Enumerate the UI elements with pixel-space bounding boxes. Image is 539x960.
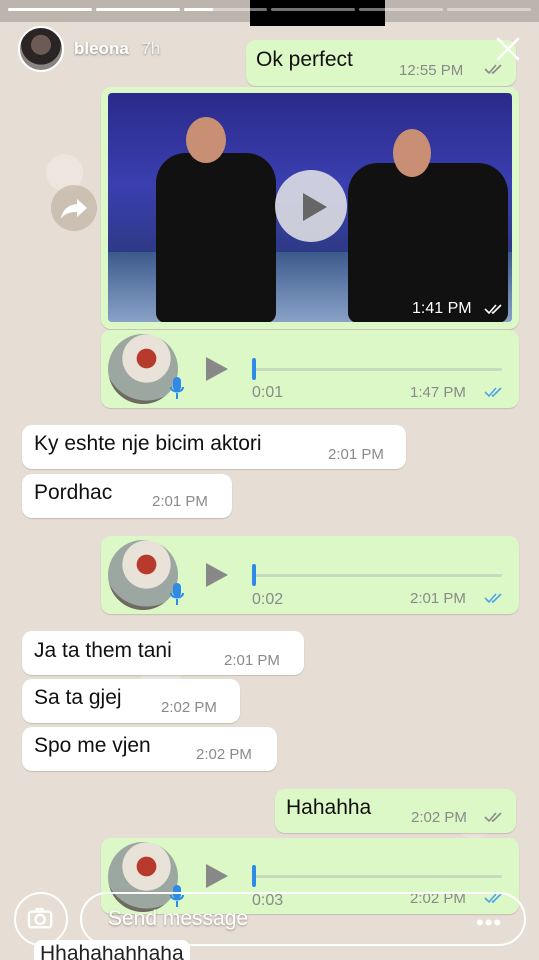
camera-icon: [27, 907, 53, 929]
voice-play-button[interactable]: [206, 864, 228, 888]
forward-icon: [61, 199, 87, 219]
voice-progress-track[interactable]: [254, 875, 502, 878]
message-text: Sa ta gjej: [34, 686, 122, 709]
message-text: Ja ta them tani: [34, 639, 172, 662]
voice-duration: 0:01: [252, 384, 284, 401]
camera-button[interactable]: [14, 892, 68, 946]
close-icon[interactable]: [495, 36, 521, 62]
message-time: 2:01 PM: [410, 590, 466, 607]
video-person-left: [156, 153, 276, 322]
voice-progress-thumb[interactable]: [252, 358, 256, 380]
story-progress-segment: [8, 8, 92, 11]
voice-play-button[interactable]: [206, 357, 228, 381]
avatar[interactable]: [18, 26, 64, 72]
story-progress-fill: [8, 8, 92, 11]
video-person-head: [393, 129, 431, 177]
forward-button[interactable]: [51, 185, 97, 231]
story-progress-segment: [359, 8, 444, 11]
video-person-right: [348, 163, 508, 322]
video-person-head: [186, 117, 226, 163]
send-message-placeholder: Send message: [108, 907, 249, 930]
story-progress-segment: [95, 8, 180, 11]
story-time: 7h: [141, 39, 161, 58]
message-time: 2:01 PM: [152, 493, 208, 510]
message-time: 12:55 PM: [399, 62, 464, 79]
message-text: Hahahha: [286, 796, 372, 819]
story-progress-segment: [183, 8, 268, 11]
message-time: 2:02 PM: [411, 809, 467, 826]
message-time: 2:02 PM: [161, 699, 217, 716]
story-progress-segment: [447, 8, 531, 11]
more-options-icon[interactable]: •••: [476, 910, 502, 936]
message-text: Ky eshte nje bicim aktori: [34, 432, 262, 455]
story-progress-fill: [95, 8, 180, 11]
avatar: [108, 334, 178, 404]
voice-progress-thumb[interactable]: [252, 564, 256, 586]
story-username[interactable]: bleona: [74, 39, 129, 58]
avatar: [108, 540, 178, 610]
read-ticks-icon: [484, 304, 502, 315]
message-text: Ok perfect: [256, 48, 353, 71]
story-progress-segment: [271, 8, 356, 11]
voice-progress-thumb[interactable]: [252, 865, 256, 887]
redacted-area: [250, 0, 385, 26]
voice-play-button[interactable]: [206, 563, 228, 587]
read-ticks-icon: [484, 387, 502, 398]
message-text: Spo me vjen: [34, 734, 151, 757]
message-time: 1:47 PM: [410, 384, 466, 401]
voice-progress-track[interactable]: [254, 368, 502, 371]
microphone-icon: [170, 583, 184, 605]
story-header: bleona 7h: [18, 26, 160, 72]
message-time: 2:01 PM: [224, 652, 280, 669]
voice-progress-track[interactable]: [254, 574, 502, 577]
play-icon: [303, 193, 327, 221]
message-time: 2:01 PM: [328, 446, 384, 463]
read-ticks-icon: [484, 812, 502, 823]
read-ticks-icon: [484, 64, 502, 75]
message-time: 1:41 PM: [412, 300, 472, 317]
microphone-icon: [170, 377, 184, 399]
voice-duration: 0:02: [252, 591, 284, 608]
read-ticks-icon: [484, 593, 502, 604]
message-text: Pordhac: [34, 481, 113, 504]
story-progress: [8, 8, 531, 11]
story-progress-fill: [183, 8, 213, 11]
message-time: 2:02 PM: [196, 746, 252, 763]
